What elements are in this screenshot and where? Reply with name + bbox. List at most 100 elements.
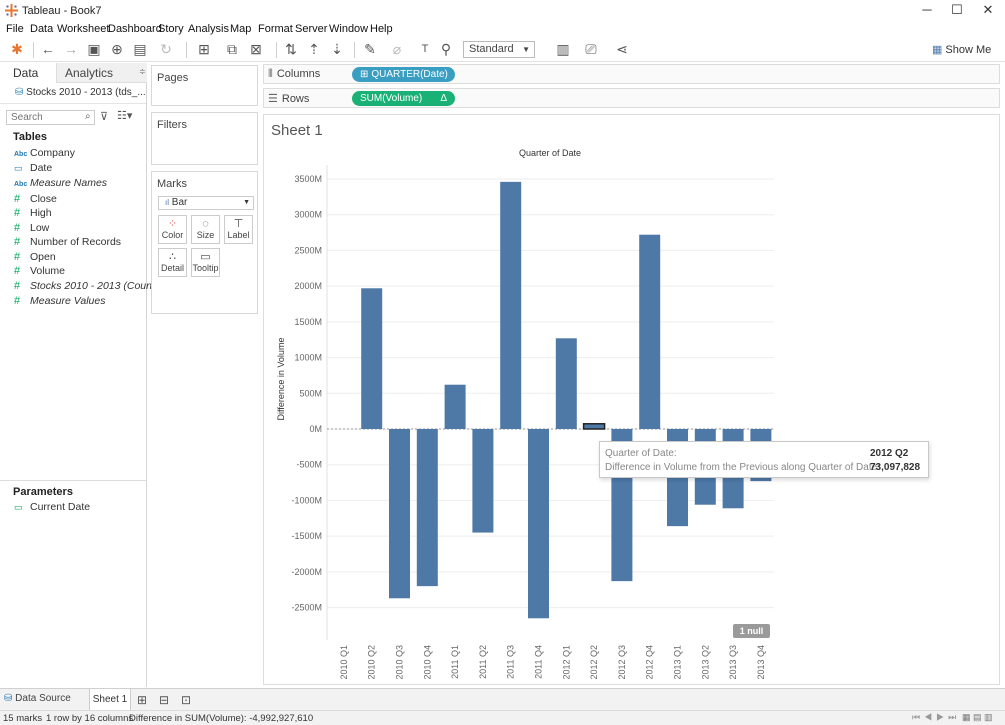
undo-icon[interactable]: ← [40, 41, 56, 57]
columns-pill[interactable]: ⊞ QUARTER(Date) [352, 67, 455, 82]
duplicate-sheet-icon[interactable]: ⧉ [224, 41, 240, 57]
sheet-sorter-icon[interactable]: ▦ ▤ ▥ [962, 712, 993, 723]
bar-2011-q2[interactable] [472, 429, 494, 533]
field-measure-values[interactable]: # Measure Values [14, 295, 105, 309]
y-tick-label: 500M [299, 388, 322, 398]
menu-format[interactable]: Format [258, 23, 293, 35]
group-icon[interactable]: ⌀ [389, 41, 405, 57]
number-type-icon: # [14, 280, 21, 292]
pause-updates-icon[interactable]: ▤ [132, 41, 148, 57]
bar-2011-q1[interactable] [444, 384, 466, 429]
tooltip-icon: ▭ [200, 251, 211, 263]
columns-shelf[interactable]: ⦀ Columns ⊞ QUARTER(Date) [263, 64, 1000, 84]
worksheet-view: Sheet 1 3500M 3000M 2500M 2000M 1500M 1000M 50… [263, 114, 1000, 685]
highlight-icon[interactable]: ✎ [362, 41, 378, 57]
show-labels-icon[interactable]: T [417, 41, 433, 57]
field-high[interactable]: # High [14, 207, 52, 221]
tab-analytics[interactable]: Analytics [56, 63, 147, 83]
field-volume[interactable]: # Volume [14, 265, 65, 279]
save-icon[interactable]: ▣ [86, 41, 102, 57]
clear-sheet-icon[interactable]: ⊠ [248, 41, 264, 57]
maximize-button[interactable]: ☐ [942, 0, 972, 22]
field-low[interactable]: # Low [14, 222, 49, 236]
field-search-input[interactable] [6, 110, 95, 125]
sort-ascending-icon[interactable]: ⇡ [306, 41, 322, 57]
bar-2011-q4[interactable] [528, 429, 549, 619]
sort-descending-icon[interactable]: ⇣ [329, 41, 345, 57]
tooltip-mark-button[interactable]: ▭ Tooltip [191, 248, 220, 277]
sheet-navigation-icon[interactable]: ⏮◀▶⏭ [912, 712, 960, 723]
analytics-collapse-icon[interactable]: ≑ [139, 67, 146, 76]
menu-help[interactable]: Help [370, 23, 393, 35]
presentation-mode-icon[interactable]: ⎚ [583, 41, 599, 57]
bar-2012-q4[interactable] [639, 234, 661, 429]
new-worksheet-icon[interactable]: ⊞ [196, 41, 212, 57]
share-icon[interactable]: ⋖ [614, 41, 630, 57]
expand-icon: ⊞ [360, 69, 369, 80]
menu-dashboard[interactable]: Dashboard [108, 23, 162, 35]
pages-card[interactable]: Pages [151, 65, 258, 106]
data-source-tab[interactable]: ⛁ Data Source [4, 693, 71, 704]
menu-server[interactable]: Server [295, 23, 327, 35]
field-company[interactable]: Abc Company [14, 147, 75, 161]
label-mark-button[interactable]: ⊤ Label [224, 215, 253, 244]
pin-icon[interactable]: ⚲ [438, 41, 454, 57]
menu-window[interactable]: Window [329, 23, 368, 35]
date-parameter-icon: ▭ [14, 502, 23, 512]
menu-data[interactable]: Data [30, 23, 53, 35]
color-mark-button[interactable]: ⁘ Color [158, 215, 187, 244]
new-worksheet-icon[interactable]: ⊞ [137, 693, 147, 707]
rows-shelf[interactable]: ☰ Rows SUM(Volume) Δ [263, 88, 1000, 108]
title-bar: Tableau - Book7 ─ ☐ ✕ [0, 0, 1005, 22]
rows-shelf-label: ☰ Rows [268, 93, 310, 105]
divider [0, 103, 146, 104]
field-open[interactable]: # Open [14, 251, 56, 265]
y-tick-label: -1500M [291, 531, 322, 541]
redo-icon[interactable]: → [63, 41, 79, 57]
null-indicator-badge[interactable]: 1 null [733, 624, 770, 638]
size-mark-button[interactable]: ◌ Size [191, 215, 220, 244]
parameter-current-date[interactable]: ▭ Current Date [14, 501, 90, 515]
rows-icon: ☰ [268, 93, 278, 105]
new-story-icon[interactable]: ⊡ [181, 693, 191, 707]
show-me-button[interactable]: ▦ Show Me [932, 43, 1000, 59]
mark-type-dropdown[interactable]: ıl Bar ▼ [158, 196, 254, 210]
sheet-1-tab[interactable]: Sheet 1 [89, 689, 131, 710]
menu-map[interactable]: Map [230, 23, 251, 35]
color-mark-label: Color [161, 230, 184, 240]
filter-icon[interactable]: ⊽ [100, 110, 108, 123]
new-dashboard-icon[interactable]: ⊟ [159, 693, 169, 707]
filters-card[interactable]: Filters [151, 112, 258, 165]
view-options-icon[interactable]: ☷▾ [117, 109, 132, 122]
rows-pill[interactable]: SUM(Volume) Δ [352, 91, 455, 106]
new-datasource-icon[interactable]: ⊕ [109, 41, 125, 57]
bar-2010-q2[interactable] [361, 288, 383, 429]
y-tick-label: 0M [309, 424, 322, 434]
field-stocks-count[interactable]: # Stocks 2010 - 2013 (Count) [14, 280, 158, 294]
bar-2012-q2[interactable] [582, 423, 606, 430]
swap-axes-icon[interactable]: ⇅ [283, 41, 299, 57]
field-number-of-records[interactable]: # Number of Records [14, 236, 121, 250]
tableau-home-icon[interactable]: ✱ [9, 41, 25, 57]
minimize-button[interactable]: ─ [912, 0, 942, 22]
show-cards-icon[interactable]: ▥ [555, 41, 571, 57]
close-button[interactable]: ✕ [973, 0, 1003, 22]
menu-analysis[interactable]: Analysis [188, 23, 229, 35]
datasource-item[interactable]: ⛁ Stocks 2010 - 2013 (tds_... [15, 87, 146, 98]
menu-file[interactable]: File [6, 23, 24, 35]
menu-story[interactable]: Story [158, 23, 184, 35]
field-measure-names[interactable]: Abc Measure Names [14, 177, 107, 191]
bar-2010-q4[interactable] [416, 429, 438, 587]
label-icon: ⊤ [233, 218, 244, 230]
bar-2012-q1[interactable] [555, 338, 577, 429]
tab-data[interactable]: Data [0, 63, 56, 83]
menu-worksheet[interactable]: Worksheet [57, 23, 109, 35]
refresh-icon[interactable]: ↻ [158, 41, 174, 57]
field-close[interactable]: # Close [14, 193, 57, 207]
x-tick-label: 2013 Q4 [756, 645, 766, 680]
fit-dropdown[interactable]: Standard ▼ [463, 41, 535, 58]
bar-2010-q3[interactable] [389, 429, 410, 599]
bar-2011-q3[interactable] [500, 181, 522, 429]
detail-mark-button[interactable]: ∴ Detail [158, 248, 187, 277]
field-date[interactable]: ▭ Date [14, 162, 52, 176]
